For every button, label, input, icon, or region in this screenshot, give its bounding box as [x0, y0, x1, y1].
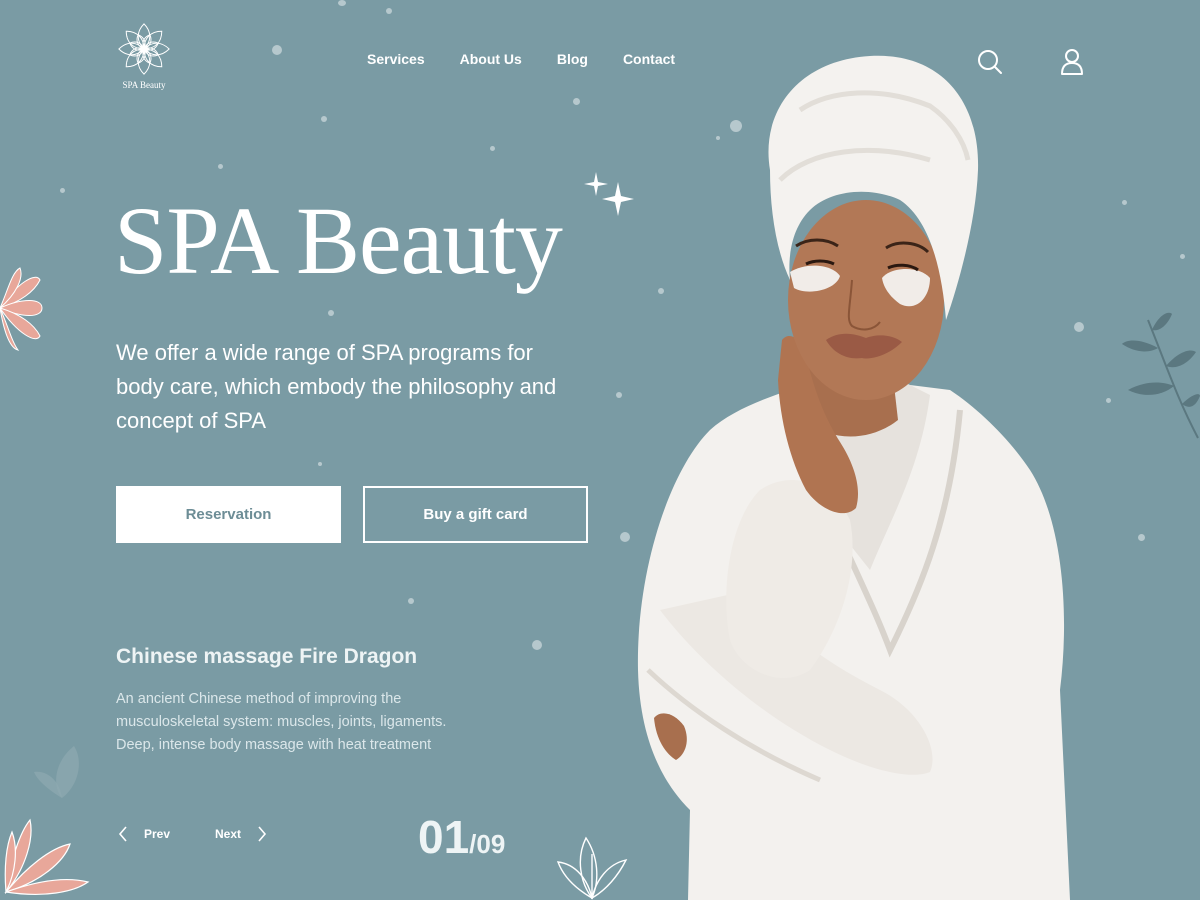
nav-item-blog[interactable]: Blog	[546, 49, 599, 69]
model-photo	[637, 55, 1070, 900]
hero-title: SPA Beauty	[114, 187, 563, 294]
gift-card-button[interactable]: Buy a gift card	[363, 486, 588, 543]
next-label: Next	[215, 827, 242, 841]
prev-label: Prev	[144, 827, 171, 841]
next-button[interactable]: Next	[215, 826, 267, 842]
slide-total: /09	[469, 829, 506, 859]
feature-description: An ancient Chinese method of improving t…	[116, 691, 447, 753]
brand-logo[interactable]: SPA Beauty	[112, 20, 176, 90]
slide-current: 01	[418, 811, 470, 863]
reservation-button[interactable]: Reservation	[116, 486, 341, 543]
leaf-branch-icon	[1122, 312, 1200, 439]
hero-description: We offer a wide range of SPA programs fo…	[116, 340, 557, 433]
flower-left-icon	[0, 267, 43, 351]
lotus-logo-icon	[118, 23, 170, 75]
landing-page: SPA Beauty Services About Us Blog Contac…	[0, 0, 1200, 900]
chevron-left-icon	[118, 826, 127, 842]
brand-name: SPA Beauty	[122, 80, 166, 90]
feature-title: Chinese massage Fire Dragon	[116, 645, 418, 668]
slide-counter: 01/09	[418, 810, 505, 864]
flower-bottom-mid-icon	[556, 836, 628, 900]
prev-button[interactable]: Prev	[118, 826, 170, 842]
flower-bottom-left-icon	[4, 818, 90, 895]
nav-item-about-us[interactable]: About Us	[449, 49, 533, 69]
nav-item-services[interactable]: Services	[356, 49, 436, 69]
chevron-right-icon	[258, 826, 267, 842]
leaf-small-icon	[34, 746, 79, 798]
